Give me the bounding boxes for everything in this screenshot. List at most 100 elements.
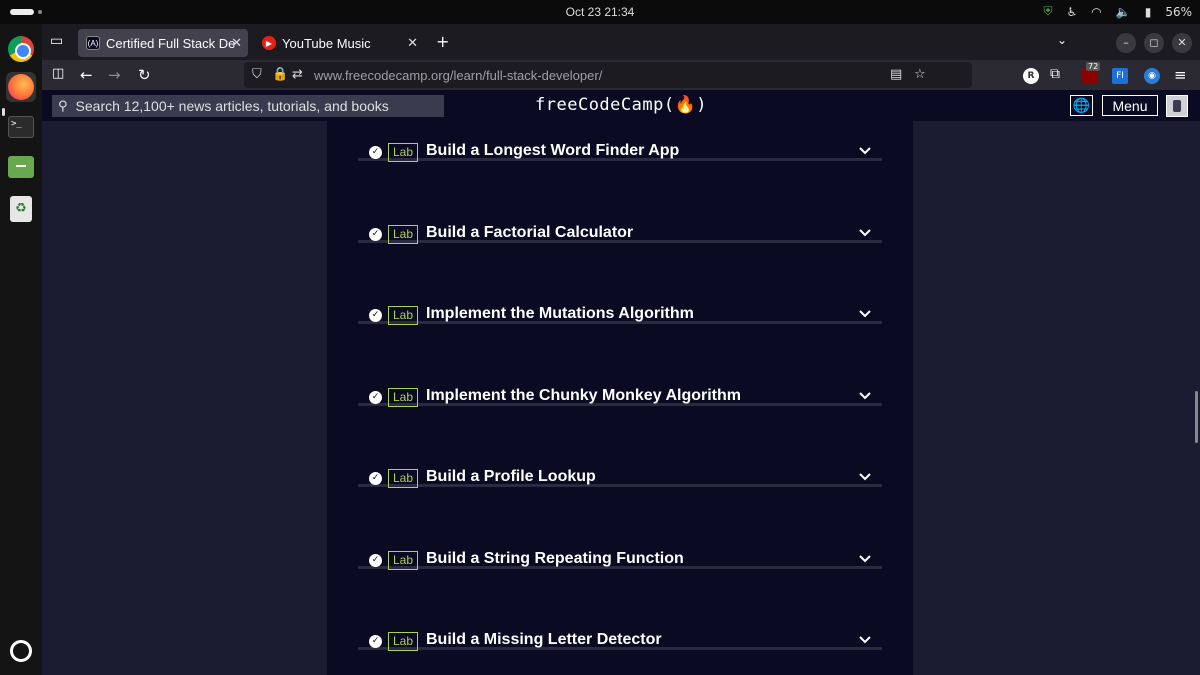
app-menu-icon[interactable]: ≡ (1174, 66, 1187, 84)
lab-block[interactable]: ✓ Lab Build a Longest Word Finder App (358, 121, 882, 162)
lab-title[interactable]: Build a String Repeating Function (426, 550, 684, 568)
menu-button[interactable]: Menu (1102, 95, 1158, 116)
chevron-down-icon[interactable] (858, 226, 872, 240)
lab-badge: Lab (388, 224, 419, 244)
nav-toolbar: ◫ ← → ↻ ⛉ 🔒 ⇄ www.freecodecamp.org/learn… (42, 60, 1200, 90)
battery-level: 56% (1165, 4, 1192, 19)
close-tab-icon[interactable]: ✕ (407, 35, 418, 51)
user-avatar[interactable] (1166, 95, 1188, 117)
lab-block[interactable]: ✓ Lab Implement the Mutations Algorithm (358, 242, 882, 325)
tab-youtube-music[interactable]: ▶ YouTube Music ✕ (254, 29, 424, 57)
fcc-logo[interactable]: freeCodeCamp(🔥) (42, 95, 1200, 115)
shield-icon: ⛨ (1043, 4, 1053, 18)
tab-bar: ▭ (A) Certified Full Stack Devel ✕ ▶ You… (42, 24, 1200, 60)
ubuntu-icon (10, 640, 32, 662)
url-text: www.freecodecamp.org/learn/full-stack-de… (314, 68, 602, 83)
curriculum-column: ✓ Lab Build a Longest Word Finder App ✓ Lab B… (327, 121, 913, 675)
lab-badge: Lab (388, 550, 419, 570)
chevron-down-icon[interactable] (858, 633, 872, 647)
lab-block[interactable]: ✓ Lab Implement the Chunky Monkey Algorith… (358, 324, 882, 407)
files-launcher[interactable] (6, 152, 36, 182)
r-extension-icon[interactable]: R (1023, 68, 1039, 84)
language-globe-icon[interactable]: 🌐 (1070, 95, 1093, 116)
chevron-down-icon[interactable] (858, 144, 872, 158)
lab-badge: Lab (388, 632, 419, 651)
system-top-bar: Oct 23 21:34 ⛨ ♿ ◠ 🔈 ▮ 56% (0, 0, 1200, 24)
lab-title[interactable]: Build a Missing Letter Detector (426, 631, 662, 649)
chevron-down-icon[interactable] (858, 470, 872, 484)
lock-icon[interactable]: 🔒 (272, 67, 288, 82)
lab-badge: Lab (388, 387, 419, 407)
lab-title[interactable]: Build a Profile Lookup (426, 468, 596, 486)
chevron-down-icon[interactable] (858, 552, 872, 566)
firefox-icon (8, 74, 34, 100)
show-apps-button[interactable] (6, 636, 36, 666)
extension-badge-count: 72 (1086, 62, 1101, 71)
lab-title[interactable]: Implement the Mutations Algorithm (426, 305, 694, 323)
close-window-button[interactable]: ✕ (1172, 33, 1192, 53)
check-circle-icon: ✓ (369, 390, 382, 404)
fi-extension-icon[interactable]: FI (1112, 68, 1128, 84)
maximize-button[interactable]: ◻ (1144, 33, 1164, 53)
lab-title[interactable]: Build a Longest Word Finder App (426, 142, 679, 160)
tab-certified-full-stack[interactable]: (A) Certified Full Stack Devel ✕ (78, 29, 248, 57)
chrome-launcher[interactable] (6, 34, 36, 64)
lab-block[interactable]: ✓ Lab Build a Factorial Calculator (358, 161, 882, 244)
page-content: ✓ Lab Build a Longest Word Finder App ✓ Lab B… (42, 121, 1200, 675)
account-extension-icon[interactable]: ◉ (1144, 68, 1160, 84)
system-tray[interactable]: ⛨ ♿ ◠ 🔈 ▮ 56% (1044, 4, 1193, 19)
tab-label: Certified Full Stack Devel (106, 35, 236, 51)
lab-badge: Lab (388, 469, 419, 488)
check-circle-icon: ✓ (369, 635, 382, 648)
minimize-button[interactable]: – (1116, 33, 1136, 53)
bookmark-star-icon[interactable]: ☆ (914, 67, 926, 82)
lab-badge: Lab (388, 306, 419, 325)
dock: >_ ♻ (0, 24, 42, 675)
trash-icon: ♻ (10, 196, 32, 222)
battery-icon: ▮ (1144, 4, 1152, 19)
tracking-shield-icon[interactable]: ⛉ (252, 67, 262, 82)
wifi-icon: ◠ (1091, 4, 1102, 19)
page-scrollbar[interactable] (1195, 391, 1198, 443)
lab-title[interactable]: Build a Factorial Calculator (426, 224, 633, 242)
system-clock[interactable]: Oct 23 21:34 (0, 5, 1200, 19)
terminal-icon: >_ (8, 116, 34, 138)
lab-block[interactable]: ✓ Lab Build a Profile Lookup (358, 405, 882, 488)
lab-block[interactable]: ✓ Lab Build a String Repeating Function (358, 487, 882, 570)
fcc-navbar: ⚲ Search 12,100+ news articles, tutorial… (42, 90, 1200, 121)
lab-title[interactable]: Implement the Chunky Monkey Algorithm (426, 387, 741, 405)
close-tab-icon[interactable]: ✕ (231, 35, 242, 51)
chrome-icon (8, 36, 34, 62)
forward-icon[interactable]: → (108, 66, 121, 84)
check-circle-icon: ✓ (369, 227, 382, 241)
chevron-down-icon[interactable] (858, 307, 872, 321)
check-circle-icon: ✓ (369, 553, 382, 567)
sidebar-toggle-icon[interactable]: ◫ (52, 66, 64, 81)
terminal-launcher[interactable]: >_ (6, 112, 36, 142)
tab-label: YouTube Music (282, 35, 371, 51)
new-tab-icon[interactable]: + (436, 32, 449, 51)
address-bar[interactable]: ⛉ 🔒 ⇄ www.freecodecamp.org/learn/full-st… (244, 62, 972, 88)
reader-view-icon[interactable]: ▤ (890, 67, 902, 82)
check-circle-icon: ✓ (369, 309, 382, 322)
lab-block[interactable]: ✓ Lab Build a Missing Letter Detector (358, 568, 882, 651)
url-path: /learn/full-stack-developer/ (449, 68, 603, 83)
active-app-indicator (2, 108, 5, 116)
trash-launcher[interactable]: ♻ (6, 194, 36, 224)
firefox-launcher[interactable] (6, 72, 36, 102)
youtube-music-favicon-icon: ▶ (262, 36, 276, 50)
accessibility-icon: ♿ (1066, 4, 1078, 19)
files-icon (8, 156, 34, 178)
tab-list-chevron-icon[interactable]: ⌄ (1057, 33, 1067, 47)
permissions-icon[interactable]: ⇄ (292, 67, 303, 82)
back-icon[interactable]: ← (80, 66, 93, 84)
fcc-favicon-icon: (A) (86, 36, 100, 50)
check-circle-icon: ✓ (369, 146, 382, 159)
check-circle-icon: ✓ (369, 472, 382, 485)
tab-overview-icon[interactable]: ▭ (50, 33, 63, 49)
extensions-puzzle-icon[interactable]: ⧉ (1050, 66, 1060, 82)
reload-icon[interactable]: ↻ (138, 66, 151, 84)
lab-badge: Lab (388, 143, 419, 162)
volume-icon: 🔈 (1115, 4, 1131, 19)
chevron-down-icon[interactable] (858, 389, 872, 403)
